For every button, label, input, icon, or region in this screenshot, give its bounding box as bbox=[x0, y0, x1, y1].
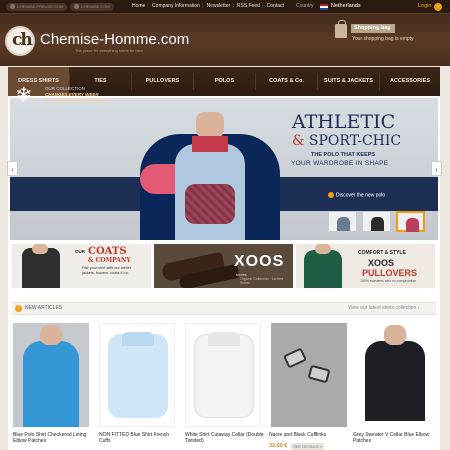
banner-subheadline: & SPORT-CHIC bbox=[292, 133, 402, 149]
product-image-white-shirt[interactable] bbox=[185, 323, 261, 427]
product-name-2[interactable]: NON FITTED Blue Shirt French Cuffs bbox=[99, 432, 179, 444]
top-nav: Home | Company Information | Newsletter | R… bbox=[130, 3, 286, 9]
globe-icon bbox=[74, 4, 79, 10]
product-name-3[interactable]: White Shirt Cutaway Collar (Double Twist… bbox=[185, 432, 265, 444]
banner-headline: ATHLETIC bbox=[292, 111, 396, 133]
product-name-5[interactable]: Grey Sweater V Collar Blue Elbow Patches bbox=[353, 432, 433, 444]
product-image-grey-sweater[interactable] bbox=[357, 323, 433, 427]
globe-icon bbox=[10, 4, 15, 10]
banner-prev-arrow[interactable]: ‹ bbox=[7, 161, 18, 176]
login-arrow-icon[interactable]: › bbox=[434, 3, 442, 11]
partner-site-link-2[interactable]: CHEMISE.COM bbox=[70, 3, 114, 11]
logo-tagline: The place for everything shirts for men bbox=[75, 48, 144, 53]
plus-icon: + bbox=[15, 305, 22, 312]
banner-next-arrow[interactable]: › bbox=[431, 161, 442, 176]
partner-site-link-1[interactable]: CHEMISE-FREUDE.COM bbox=[6, 3, 68, 11]
top-nav-newsletter[interactable]: Newsletter bbox=[205, 3, 233, 9]
top-nav-contact[interactable]: Contact bbox=[265, 3, 286, 9]
banner-tagline-2: YOUR WARDROBE IN SHAPE bbox=[291, 160, 389, 167]
product-name-1[interactable]: Blue Polo Shirt Checkered Lining Elbow P… bbox=[13, 432, 93, 444]
shopping-bag-icon[interactable] bbox=[335, 20, 347, 38]
country-label: Country bbox=[296, 3, 314, 9]
logo-icon[interactable]: ch bbox=[5, 26, 35, 56]
banner-collection-text: OUR COLLECTION CHANGES EVERY WEEK & IT C… bbox=[45, 86, 110, 103]
shopping-bag-title[interactable]: Shopping bag bbox=[351, 24, 395, 33]
product-image-cufflinks[interactable] bbox=[271, 323, 347, 427]
view-collection-link[interactable]: View our latest shirts collection › bbox=[348, 305, 419, 311]
netherlands-flag-icon[interactable] bbox=[320, 4, 328, 10]
nav-accessories[interactable]: ACCESSORIES bbox=[380, 67, 440, 96]
top-nav-rss[interactable]: RSS Feed bbox=[235, 3, 262, 9]
banner-tagline-1: THE POLO THAT KEEPS bbox=[311, 152, 376, 158]
top-nav-company[interactable]: Company Information bbox=[150, 3, 202, 9]
coat-model-image bbox=[22, 248, 60, 288]
promo-xoos-pullovers[interactable]: COMFORT & STYLE XOOS PULLOVERS 100% swea… bbox=[296, 244, 435, 288]
new-articles-title: NEW ARTICLES bbox=[25, 305, 63, 311]
product-name-4[interactable]: Nacre and Black Cufflinks bbox=[269, 432, 349, 438]
top-nav-home[interactable]: Home bbox=[130, 3, 147, 9]
nav-suits-jackets[interactable]: SUITS & JACKETS bbox=[318, 67, 379, 96]
nav-coats[interactable]: COATS & Co. bbox=[256, 67, 317, 96]
discover-polo-link[interactable]: Discover the new polo bbox=[328, 192, 385, 198]
country-selector[interactable]: Netherlands bbox=[331, 3, 361, 9]
pullover-model-image bbox=[304, 250, 342, 288]
banner-thumb-1[interactable] bbox=[328, 211, 357, 232]
arrow-circle-icon bbox=[328, 192, 334, 198]
snowflake-icon: ❄ bbox=[15, 84, 33, 107]
see-details-button[interactable]: SEE DETAILS » bbox=[291, 443, 324, 450]
banner-thumb-2[interactable] bbox=[362, 211, 391, 232]
polo-model-image bbox=[130, 104, 290, 240]
logo-text[interactable]: Chemise-Homme.com bbox=[40, 31, 189, 48]
product-price-4: 32.00 € bbox=[269, 443, 288, 449]
promo-coats[interactable]: OUR COATS & COMPANY Pair your shirt with… bbox=[12, 244, 151, 288]
nav-pullovers[interactable]: PULLOVERS bbox=[132, 67, 193, 96]
banner-thumb-3[interactable] bbox=[396, 211, 425, 232]
shopping-bag-status: Your shopping bag is empty bbox=[352, 36, 414, 42]
product-image-blue-polo[interactable] bbox=[13, 323, 89, 427]
promo-xoos-shoes[interactable]: XOOS shoes Organic Collection · Limited … bbox=[154, 244, 293, 288]
login-link[interactable]: Login bbox=[418, 3, 431, 9]
product-image-blue-shirt[interactable] bbox=[99, 323, 175, 427]
nav-polos[interactable]: POLOS bbox=[194, 67, 255, 96]
